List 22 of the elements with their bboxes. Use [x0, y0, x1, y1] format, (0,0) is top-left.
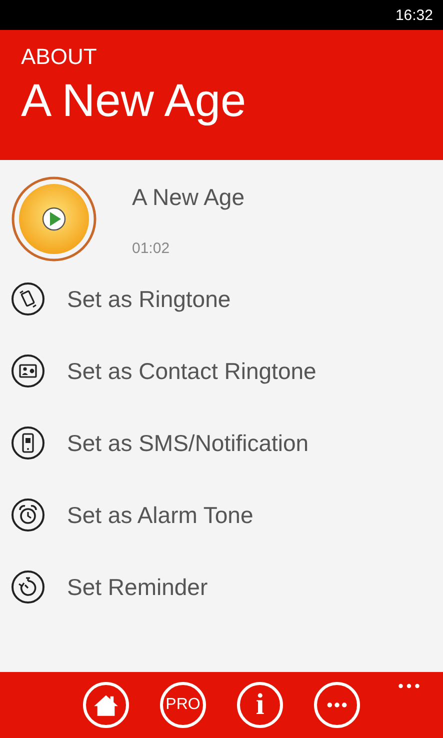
action-item[interactable]: Set as Ringtone: [67, 286, 231, 312]
play-button[interactable]: [11, 176, 97, 262]
mobile-phone-icon: [11, 426, 45, 460]
alarm-clock-icon: [11, 498, 45, 532]
clock-time: 16:32: [395, 6, 433, 24]
more-icon[interactable]: [398, 683, 420, 689]
ellipsis-icon: [326, 701, 348, 709]
stopwatch-icon: [11, 570, 45, 604]
page-title: A New Age: [21, 73, 248, 128]
more-button[interactable]: [314, 682, 360, 728]
action-item[interactable]: Set as Alarm Tone: [67, 502, 254, 528]
action-item[interactable]: Set as Contact Ringtone: [67, 358, 316, 384]
phone-icon: [11, 282, 45, 316]
home-button[interactable]: [83, 682, 129, 728]
track-title: A New Age: [132, 184, 245, 211]
app-bar-button[interactable]: PRO: [160, 682, 206, 728]
app-bar-button[interactable]: i: [237, 682, 283, 728]
action-item[interactable]: Set Reminder: [67, 574, 208, 600]
track-duration: 01:02: [132, 240, 171, 257]
contact-card-icon: [11, 354, 45, 388]
section-title: ABOUT: [21, 44, 98, 70]
action-item[interactable]: Set as SMS/Notification: [67, 430, 309, 456]
